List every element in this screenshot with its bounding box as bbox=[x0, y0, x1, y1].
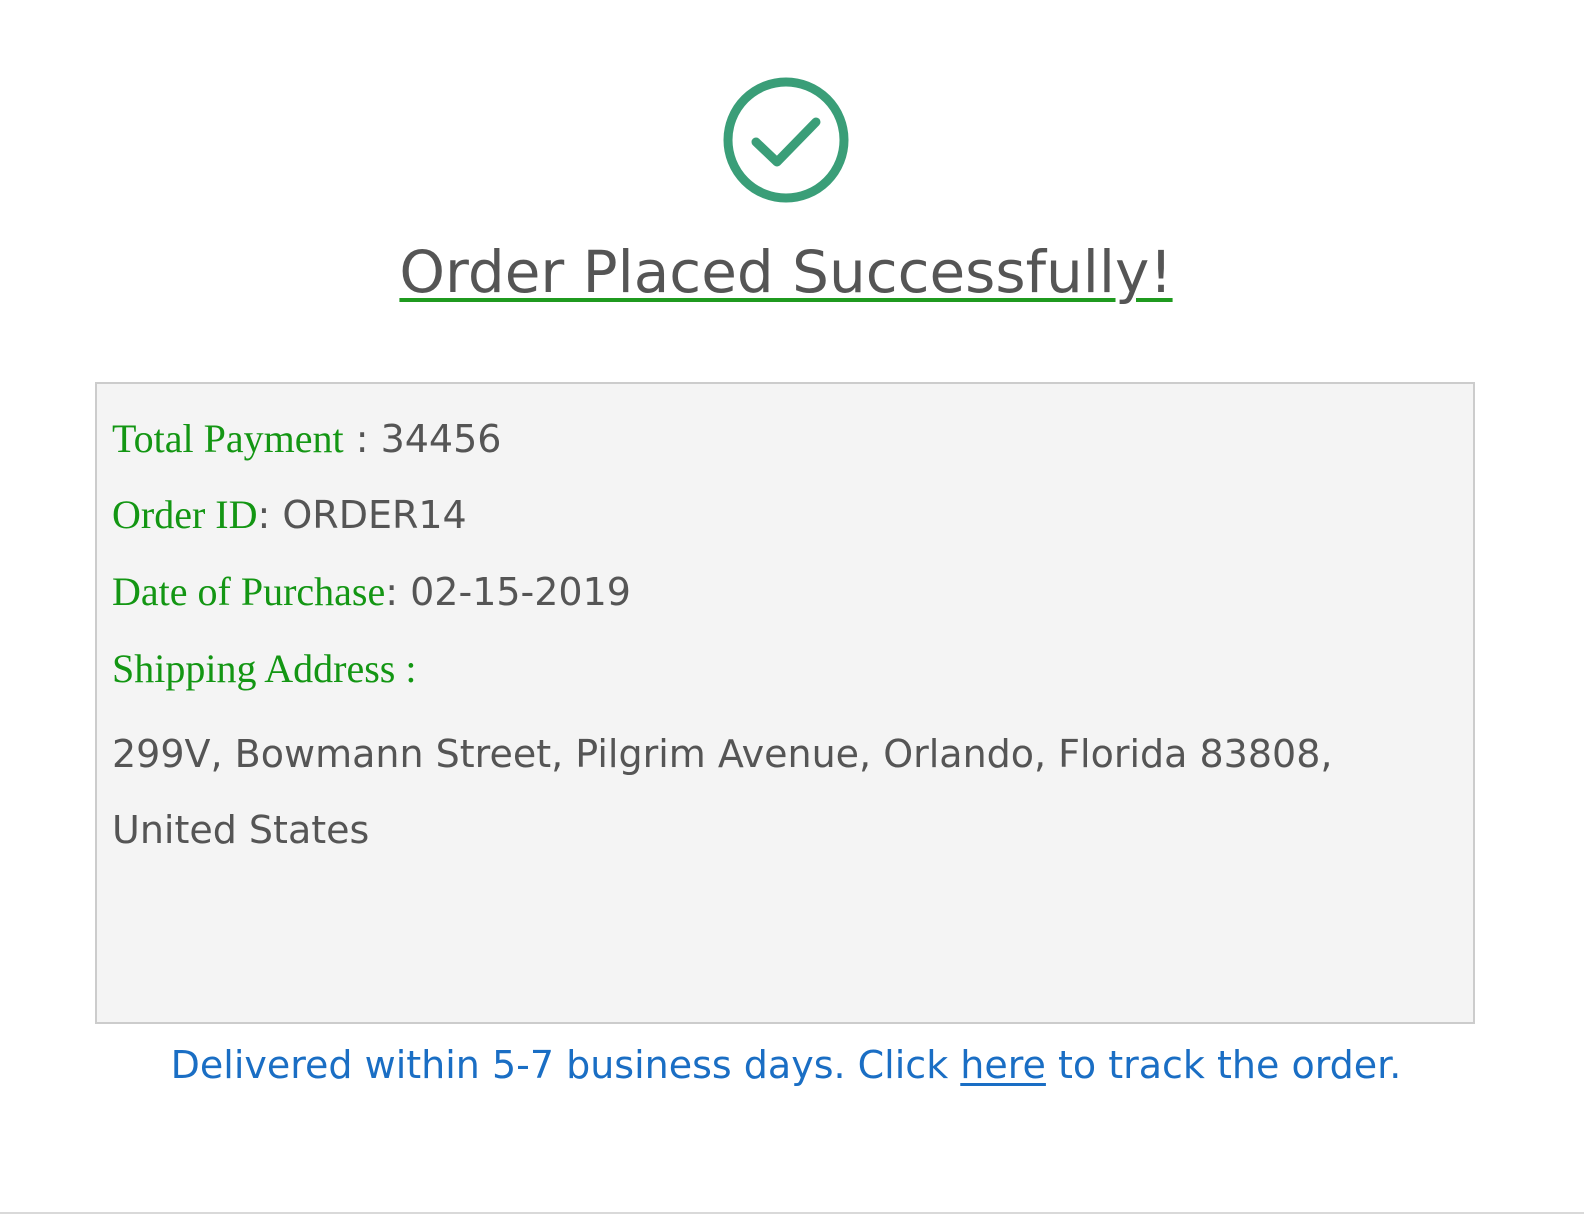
bottom-divider bbox=[0, 1212, 1584, 1214]
order-id-separator: : bbox=[257, 493, 283, 537]
track-order-link[interactable]: here bbox=[960, 1043, 1046, 1087]
total-payment-row: Total Payment : 34456 bbox=[112, 414, 501, 464]
page-title-text: Order Placed Successfully! bbox=[399, 238, 1173, 306]
total-payment-value: 34456 bbox=[380, 417, 502, 461]
shipping-address-label: Shipping Address bbox=[112, 646, 396, 691]
date-of-purchase-row: Date of Purchase: 02-15-2019 bbox=[112, 567, 631, 617]
shipping-address-separator: : bbox=[395, 646, 417, 691]
checkmark-circle-icon bbox=[722, 76, 850, 204]
order-details-panel: Total Payment : 34456 Order ID: ORDER14 … bbox=[95, 382, 1475, 1024]
total-payment-label: Total Payment bbox=[112, 416, 344, 461]
order-id-value: ORDER14 bbox=[282, 493, 467, 537]
shipping-address-row: Shipping Address : bbox=[112, 644, 416, 694]
delivery-note: Delivered within 5-7 business days. Clic… bbox=[0, 1038, 1572, 1092]
date-of-purchase-value: 02-15-2019 bbox=[410, 570, 631, 614]
delivery-note-suffix: to track the order. bbox=[1045, 1043, 1402, 1087]
delivery-note-prefix: Delivered within 5-7 business days. Clic… bbox=[170, 1043, 961, 1087]
date-of-purchase-separator: : bbox=[385, 570, 411, 614]
order-id-row: Order ID: ORDER14 bbox=[112, 490, 467, 540]
date-of-purchase-label: Date of Purchase bbox=[112, 569, 386, 614]
page-title: Order Placed Successfully! bbox=[0, 232, 1572, 312]
order-id-label: Order ID bbox=[112, 492, 258, 537]
total-payment-separator: : bbox=[343, 417, 381, 461]
shipping-address-value: 299V, Bowmann Street, Pilgrim Avenue, Or… bbox=[112, 732, 1333, 852]
